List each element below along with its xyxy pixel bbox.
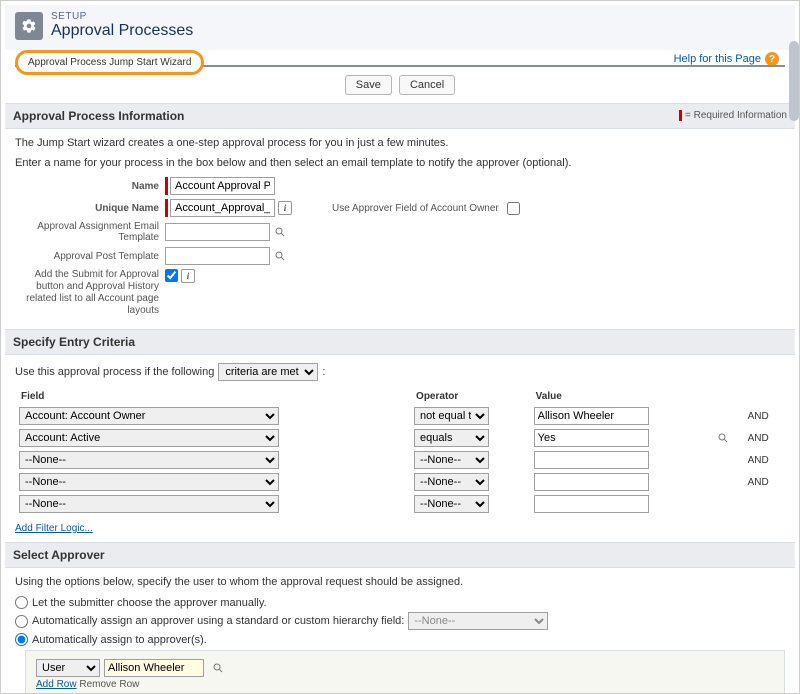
criteria-row: Account: Active equals AND: [17, 428, 783, 448]
add-submit-checkbox[interactable]: [165, 269, 178, 282]
name-input[interactable]: [170, 177, 275, 195]
label-name: Name: [15, 181, 165, 192]
value-input[interactable]: [534, 451, 649, 469]
col-field: Field: [17, 389, 410, 404]
operator-select[interactable]: --None--: [414, 495, 489, 513]
field-select[interactable]: --None--: [19, 473, 279, 491]
setup-label: SETUP: [51, 11, 193, 22]
conj-label: [746, 494, 783, 514]
lookup-icon[interactable]: [272, 248, 288, 264]
approver-type-select[interactable]: User: [36, 659, 100, 677]
label-post-template: Approval Post Template: [15, 251, 165, 262]
criteria-row: --None-- --None-- AND: [17, 450, 783, 470]
intro-line-1: The Jump Start wizard creates a one-step…: [15, 137, 785, 149]
criteria-table: Field Operator Value Account: Account Ow…: [15, 387, 785, 516]
value-input[interactable]: [534, 407, 649, 425]
criteria-lead-in: Use this approval process if the followi…: [15, 366, 214, 378]
page-header: SETUP Approval Processes: [5, 5, 795, 50]
label-add-submit: Add the Submit for Approval button and A…: [15, 269, 165, 317]
cancel-button[interactable]: Cancel: [399, 75, 455, 95]
lookup-icon[interactable]: [210, 660, 226, 676]
radio-auto[interactable]: [15, 633, 28, 646]
field-select[interactable]: --None--: [19, 451, 279, 469]
field-select[interactable]: --None--: [19, 495, 279, 513]
hierarchy-select[interactable]: --None--: [408, 612, 548, 630]
page-title: Approval Processes: [51, 22, 193, 40]
col-value: Value: [532, 389, 709, 404]
add-filter-logic-link[interactable]: Add Filter Logic...: [15, 523, 93, 534]
value-input[interactable]: [534, 495, 649, 513]
operator-select[interactable]: --None--: [414, 473, 489, 491]
label-email-template: Approval Assignment Email Template: [15, 221, 165, 243]
label-manual: Let the submitter choose the approver ma…: [32, 597, 267, 609]
criteria-row: --None-- --None-- AND: [17, 472, 783, 492]
operator-select[interactable]: --None--: [414, 451, 489, 469]
radio-manual[interactable]: [15, 596, 28, 609]
conj-label: AND: [746, 428, 783, 448]
conj-label: AND: [746, 450, 783, 470]
required-info-label: = Required Information: [679, 110, 787, 121]
wizard-badge: Approval Process Jump Start Wizard: [15, 50, 204, 75]
email-template-input[interactable]: [165, 223, 270, 241]
approver-assignment-box: User Add Row Remove Row When multiple ap…: [25, 650, 785, 693]
use-approver-field-checkbox[interactable]: [507, 202, 520, 215]
operator-select[interactable]: equals: [414, 429, 489, 447]
save-button[interactable]: Save: [345, 75, 392, 95]
gear-icon: [15, 12, 43, 40]
label-use-approver-field: Use Approver Field of Account Owner: [332, 203, 499, 214]
lookup-icon[interactable]: [715, 430, 731, 446]
label-auto: Automatically assign to approver(s).: [32, 634, 207, 646]
approver-intro: Using the options below, specify the use…: [15, 576, 785, 588]
label-hierarchy: Automatically assign an approver using a…: [32, 615, 404, 627]
info-icon[interactable]: i: [181, 269, 195, 283]
field-select[interactable]: Account: Active: [19, 429, 279, 447]
section-title-criteria: Specify Entry Criteria: [13, 335, 135, 349]
value-input[interactable]: [534, 473, 649, 491]
intro-line-2: Enter a name for your process in the box…: [15, 157, 785, 169]
value-input[interactable]: [534, 429, 649, 447]
label-unique-name: Unique Name: [15, 203, 165, 214]
field-select[interactable]: Account: Account Owner: [19, 407, 279, 425]
conj-label: AND: [746, 406, 783, 426]
remove-row-text: Remove Row: [79, 679, 139, 690]
col-operator: Operator: [412, 389, 530, 404]
conj-label: AND: [746, 472, 783, 492]
post-template-input[interactable]: [165, 247, 270, 265]
unique-name-input[interactable]: [170, 199, 275, 217]
operator-select[interactable]: not equal to: [414, 407, 489, 425]
section-title-info: Approval Process Information: [13, 109, 184, 123]
info-icon[interactable]: i: [278, 201, 292, 215]
help-link[interactable]: Help for this Page: [674, 53, 761, 65]
criteria-row: Account: Account Owner not equal to AND: [17, 406, 783, 426]
add-row-link[interactable]: Add Row: [36, 679, 77, 690]
criteria-mode-select[interactable]: criteria are met: [218, 363, 318, 381]
criteria-row: --None-- --None--: [17, 494, 783, 514]
lookup-icon[interactable]: [272, 224, 288, 240]
help-icon[interactable]: ?: [765, 52, 779, 66]
section-title-approver: Select Approver: [13, 548, 105, 562]
approver-user-input[interactable]: [104, 659, 204, 677]
radio-hierarchy[interactable]: [15, 615, 28, 628]
